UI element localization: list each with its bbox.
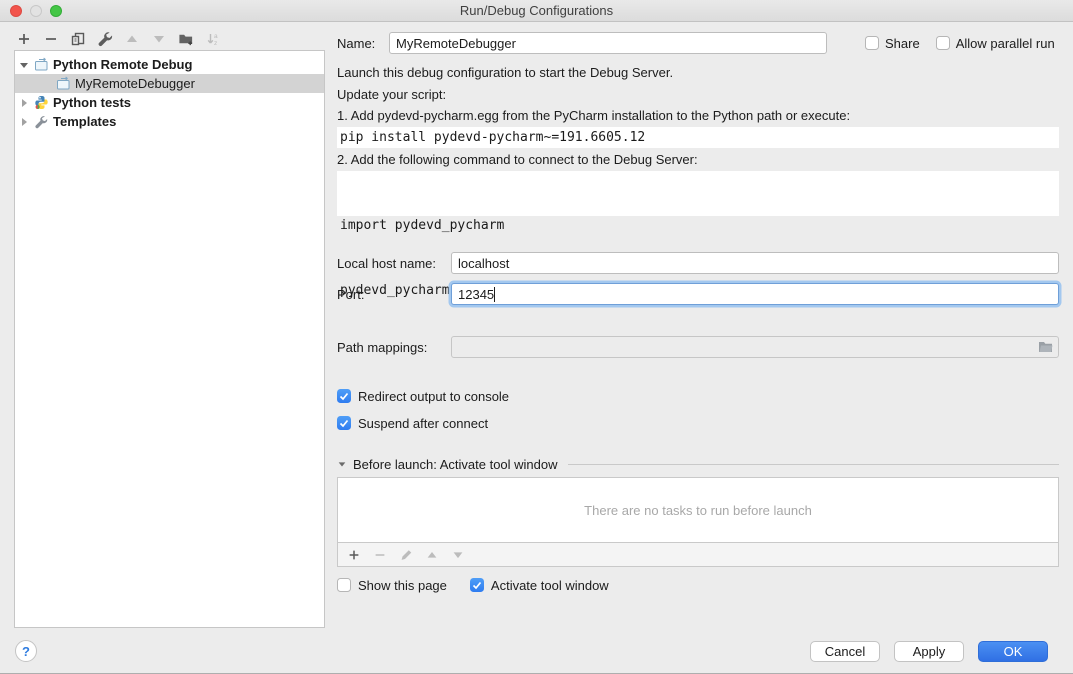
move-down-icon [151, 31, 167, 47]
description-step2: 2. Add the following command to connect … [337, 149, 1059, 171]
path-mappings-label: Path mappings: [337, 340, 451, 355]
code-line: import pydevd_pycharm [340, 215, 1059, 237]
window-controls [10, 5, 62, 17]
tree-item-python-remote-debug[interactable]: Python Remote Debug [15, 55, 324, 74]
minimize-window-button [30, 5, 42, 17]
no-tasks-message: There are no tasks to run before launch [584, 503, 812, 518]
move-task-up-icon [424, 547, 440, 563]
tree-item-label: MyRemoteDebugger [75, 76, 195, 91]
ok-button[interactable]: OK [978, 641, 1048, 662]
name-input[interactable] [389, 32, 827, 54]
section-divider [568, 464, 1059, 465]
move-task-down-icon [450, 547, 466, 563]
port-row: Port: [337, 282, 1059, 306]
tree-item-label: Templates [53, 114, 116, 129]
name-label: Name: [337, 36, 381, 51]
tree-item-label: Python Remote Debug [53, 57, 192, 72]
browse-folder-icon[interactable] [1037, 339, 1054, 355]
apply-button[interactable]: Apply [894, 641, 964, 662]
add-configuration-icon[interactable] [16, 31, 32, 47]
port-input[interactable] [451, 283, 1059, 305]
redirect-output-row: Redirect output to console [337, 387, 1059, 405]
local-host-label: Local host name: [337, 256, 451, 271]
settrace-code-block: import pydevd_pycharm pydevd_pycharm.set… [337, 171, 1059, 216]
tree-item-templates[interactable]: Templates [15, 112, 324, 131]
configurations-toolbar: az [16, 31, 221, 47]
local-host-input[interactable] [451, 252, 1059, 274]
activate-tool-window-checkbox[interactable] [470, 578, 484, 592]
path-mappings-input[interactable] [451, 336, 1059, 358]
suspend-after-connect-checkbox[interactable] [337, 416, 351, 430]
path-mappings-row: Path mappings: [337, 335, 1059, 359]
edit-templates-wrench-icon[interactable] [97, 31, 113, 47]
chevron-down-icon[interactable] [337, 457, 347, 472]
title-bar: Run/Debug Configurations [0, 0, 1073, 22]
python-tests-icon [33, 95, 49, 110]
show-this-page-checkbox[interactable] [337, 578, 351, 592]
page-options-row: Show this page Activate tool window [337, 576, 1059, 594]
move-up-icon [124, 31, 140, 47]
local-host-row: Local host name: [337, 251, 1059, 275]
svg-text:z: z [214, 40, 217, 47]
share-checkbox[interactable] [865, 36, 879, 50]
sort-alphabetically-icon: az [205, 31, 221, 47]
task-list-toolbar [337, 543, 1059, 567]
tree-item-myremotedebugger[interactable]: MyRemoteDebugger [15, 74, 324, 93]
configurations-tree: Python Remote Debug MyRemoteDebugger [14, 50, 325, 628]
allow-parallel-checkbox-group: Allow parallel run [936, 36, 1055, 51]
zoom-window-button[interactable] [50, 5, 62, 17]
remove-task-icon [372, 547, 388, 563]
tree-item-label: Python tests [53, 95, 131, 110]
remove-configuration-icon[interactable] [43, 31, 59, 47]
create-folder-icon[interactable] [178, 31, 194, 47]
before-launch-header[interactable]: Before launch: Activate tool window [337, 456, 1059, 472]
tree-item-python-tests[interactable]: Python tests [15, 93, 324, 112]
before-launch-title: Before launch: Activate tool window [353, 457, 558, 472]
share-label: Share [885, 36, 920, 51]
templates-wrench-icon [33, 115, 49, 129]
run-config-icon [55, 76, 71, 91]
description-step1: 1. Add pydevd-pycharm.egg from the PyCha… [337, 105, 1059, 127]
port-label: Port: [337, 287, 451, 302]
description-line: Update your script: [337, 84, 1059, 106]
copy-configuration-icon[interactable] [70, 31, 86, 47]
description-text: Launch this debug configuration to start… [337, 62, 1059, 127]
chevron-down-icon[interactable] [15, 59, 33, 71]
window-title: Run/Debug Configurations [460, 3, 613, 18]
help-button[interactable]: ? [15, 640, 37, 662]
redirect-output-checkbox[interactable] [337, 389, 351, 403]
suspend-after-connect-row: Suspend after connect [337, 414, 1059, 432]
activate-tool-window-label: Activate tool window [491, 578, 609, 593]
description-line: Launch this debug configuration to start… [337, 62, 1059, 84]
pip-install-code-block: pip install pydevd-pycharm~=191.6605.12 [337, 127, 1059, 148]
name-row: Name: Share Allow parallel run [337, 31, 1059, 55]
allow-parallel-run-label: Allow parallel run [956, 36, 1055, 51]
edit-task-pencil-icon [398, 547, 414, 563]
suspend-after-connect-label: Suspend after connect [358, 416, 488, 431]
close-window-button[interactable] [10, 5, 22, 17]
run-config-icon [33, 57, 49, 72]
text-caret [494, 287, 495, 302]
share-checkbox-group: Share [865, 36, 920, 51]
add-task-icon[interactable] [346, 547, 362, 563]
chevron-right-icon[interactable] [15, 97, 33, 109]
show-this-page-label: Show this page [358, 578, 447, 593]
redirect-output-label: Redirect output to console [358, 389, 509, 404]
run-debug-configurations-dialog: Run/Debug Configurations az [0, 0, 1073, 674]
svg-text:a: a [214, 33, 218, 40]
dialog-buttons: Cancel Apply OK [810, 641, 1048, 662]
before-launch-task-list: There are no tasks to run before launch [337, 477, 1059, 543]
cancel-button[interactable]: Cancel [810, 641, 880, 662]
chevron-right-icon[interactable] [15, 116, 33, 128]
allow-parallel-run-checkbox[interactable] [936, 36, 950, 50]
